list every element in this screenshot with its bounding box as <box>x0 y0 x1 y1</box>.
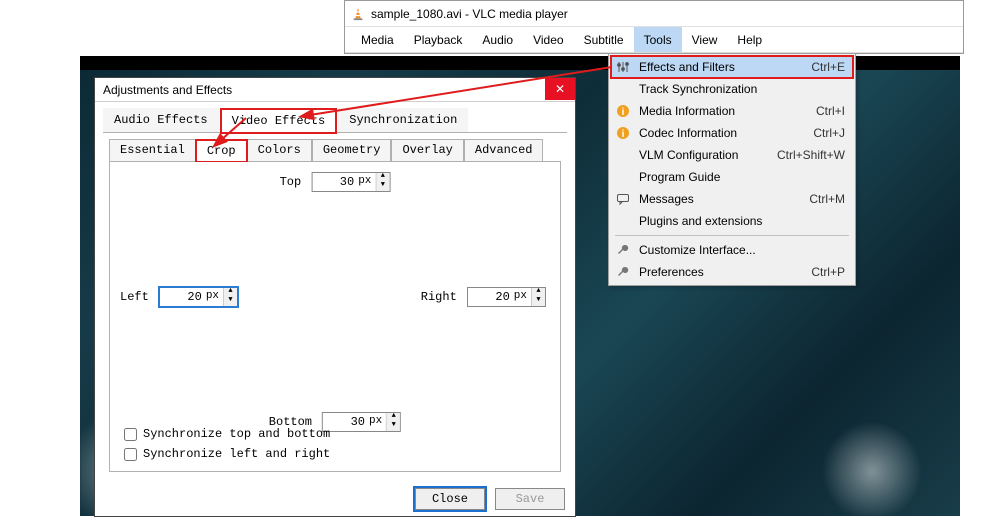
sync-top-bottom-checkbox[interactable]: Synchronize top and bottom <box>124 427 330 441</box>
sliders-icon <box>615 59 631 75</box>
tab-audio-effects[interactable]: Audio Effects <box>103 108 219 132</box>
menu-effects-and-filters[interactable]: Effects and Filters Ctrl+E <box>611 56 853 78</box>
tab-video-effects[interactable]: Video Effects <box>221 109 337 133</box>
menu-plugins[interactable]: Plugins and extensions <box>611 210 853 232</box>
video-effects-subtabs: Essential Crop Colors Geometry Overlay A… <box>109 139 561 162</box>
subtab-essential[interactable]: Essential <box>109 139 196 161</box>
menu-media-info[interactable]: i Media Information Ctrl+I <box>611 100 853 122</box>
vlc-logo-icon <box>351 7 365 21</box>
tools-menu-dropdown: Effects and Filters Ctrl+E Track Synchro… <box>608 53 856 286</box>
close-icon: ✕ <box>555 82 565 96</box>
menu-track-sync[interactable]: Track Synchronization <box>611 78 853 100</box>
menu-separator <box>615 235 849 236</box>
menuitem-shortcut: Ctrl+Shift+W <box>777 148 845 162</box>
window-title: sample_1080.avi - VLC media player <box>371 7 568 21</box>
menu-view[interactable]: View <box>682 27 728 52</box>
crop-left-spinner[interactable]: px ▲▼ <box>159 287 238 307</box>
close-button[interactable]: Close <box>415 488 485 510</box>
menu-codec-info[interactable]: i Codec Information Ctrl+J <box>611 122 853 144</box>
sync-left-right-checkbox[interactable]: Synchronize left and right <box>124 447 330 461</box>
menuitem-shortcut: Ctrl+J <box>813 126 845 140</box>
menu-preferences[interactable]: Preferences Ctrl+P <box>611 261 853 283</box>
crop-pane: Top px ▲▼ Left px ▲▼ Right p <box>109 162 561 472</box>
menuitem-label: Plugins and extensions <box>639 214 837 228</box>
menu-vlm-config[interactable]: VLM Configuration Ctrl+Shift+W <box>611 144 853 166</box>
unit-label: px <box>369 413 386 431</box>
menu-playback[interactable]: Playback <box>404 27 473 52</box>
menuitem-label: Customize Interface... <box>639 243 837 257</box>
menu-messages[interactable]: Messages Ctrl+M <box>611 188 853 210</box>
chat-icon <box>615 191 631 207</box>
spinner-down-icon[interactable]: ▼ <box>387 422 400 431</box>
menuitem-label: Messages <box>639 192 801 206</box>
menuitem-label: Track Synchronization <box>639 82 837 96</box>
adjustments-effects-dialog: Adjustments and Effects ✕ Audio Effects … <box>94 77 576 517</box>
svg-text:i: i <box>622 129 625 140</box>
subtab-overlay[interactable]: Overlay <box>391 139 463 161</box>
menu-program-guide[interactable]: Program Guide <box>611 166 853 188</box>
crop-top-spinner[interactable]: px ▲▼ <box>311 172 390 192</box>
subtab-colors[interactable]: Colors <box>247 139 312 161</box>
checkbox-input[interactable] <box>124 428 137 441</box>
menuitem-label: Program Guide <box>639 170 837 184</box>
crop-left-input[interactable] <box>160 288 206 306</box>
tab-synchronization[interactable]: Synchronization <box>338 108 468 132</box>
menuitem-shortcut: Ctrl+I <box>816 104 845 118</box>
menuitem-shortcut: Ctrl+E <box>811 60 845 74</box>
dialog-titlebar: Adjustments and Effects ✕ <box>95 78 575 102</box>
menu-customize-interface[interactable]: Customize Interface... <box>611 239 853 261</box>
menu-media[interactable]: Media <box>351 27 404 52</box>
spinner-down-icon[interactable]: ▼ <box>224 297 237 306</box>
spinner-down-icon[interactable]: ▼ <box>376 182 389 191</box>
crop-right-input[interactable] <box>468 288 514 306</box>
crop-right-label: Right <box>421 290 457 304</box>
vlc-main-window: sample_1080.avi - VLC media player Media… <box>344 0 964 54</box>
menuitem-label: Codec Information <box>639 126 805 140</box>
menuitem-label: VLM Configuration <box>639 148 769 162</box>
menubar: Media Playback Audio Video Subtitle Tool… <box>345 27 963 53</box>
menu-video[interactable]: Video <box>523 27 573 52</box>
crop-bottom-spinner[interactable]: px ▲▼ <box>322 412 401 432</box>
svg-text:i: i <box>622 107 625 118</box>
menuitem-label: Effects and Filters <box>639 60 803 74</box>
unit-label: px <box>358 173 375 191</box>
menuitem-shortcut: Ctrl+M <box>809 192 845 206</box>
menu-subtitle[interactable]: Subtitle <box>574 27 634 52</box>
crop-right-spinner[interactable]: px ▲▼ <box>467 287 546 307</box>
menu-help[interactable]: Help <box>727 27 772 52</box>
checkbox-label: Synchronize left and right <box>143 447 330 461</box>
crop-top-label: Top <box>280 175 302 189</box>
crop-top-input[interactable] <box>312 173 358 191</box>
menuitem-label: Media Information <box>639 104 808 118</box>
dialog-close-button[interactable]: ✕ <box>545 78 575 100</box>
checkbox-input[interactable] <box>124 448 137 461</box>
menu-tools[interactable]: Tools <box>634 27 682 52</box>
unit-label: px <box>206 288 223 306</box>
titlebar: sample_1080.avi - VLC media player <box>345 1 963 27</box>
wrench-icon <box>615 264 631 280</box>
checkbox-label: Synchronize top and bottom <box>143 427 330 441</box>
dialog-top-tabs: Audio Effects Video Effects Synchronizat… <box>103 108 567 133</box>
subtab-geometry[interactable]: Geometry <box>312 139 392 161</box>
menuitem-label: Preferences <box>639 265 803 279</box>
info-icon: i <box>615 125 631 141</box>
wrench-icon <box>615 242 631 258</box>
save-button[interactable]: Save <box>495 488 565 510</box>
subtab-crop[interactable]: Crop <box>196 140 247 162</box>
info-icon: i <box>615 103 631 119</box>
unit-label: px <box>514 288 531 306</box>
menuitem-shortcut: Ctrl+P <box>811 265 845 279</box>
crop-left-label: Left <box>120 290 149 304</box>
subtab-advanced[interactable]: Advanced <box>464 139 544 161</box>
menu-audio[interactable]: Audio <box>472 27 523 52</box>
spinner-down-icon[interactable]: ▼ <box>532 297 545 306</box>
dialog-title: Adjustments and Effects <box>103 83 545 97</box>
